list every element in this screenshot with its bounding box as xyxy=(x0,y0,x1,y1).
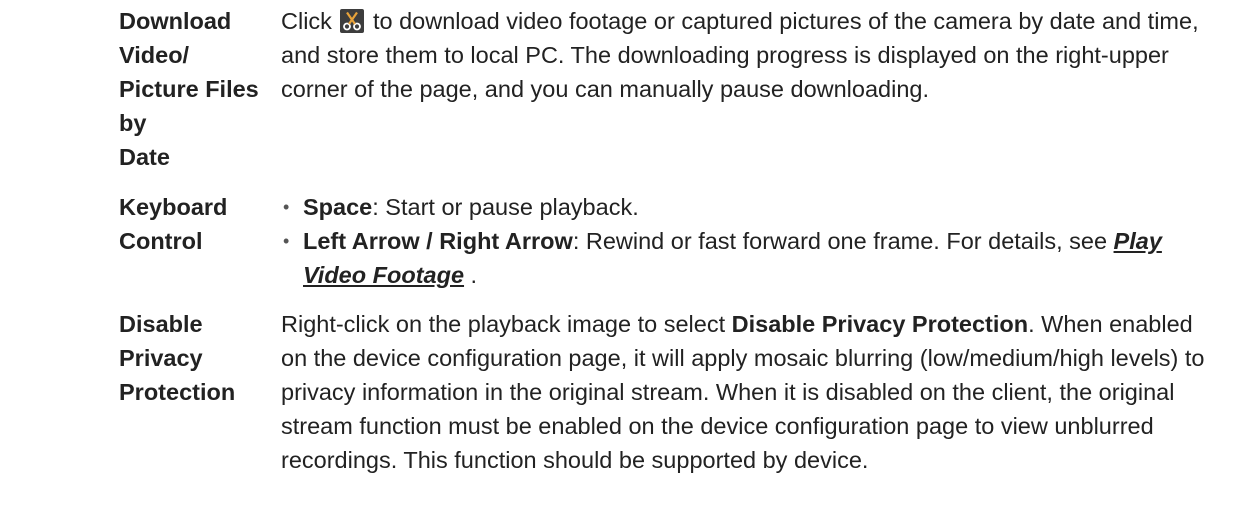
description-text: Click xyxy=(281,8,339,34)
table-row: Keyboard Control Space: Start or pause p… xyxy=(0,190,1235,292)
list-item: Left Arrow / Right Arrow: Rewind or fast… xyxy=(281,224,1215,292)
description-text: Right-click on the playback image to sel… xyxy=(281,311,732,337)
row-term: Disable Privacy Protection xyxy=(119,311,236,405)
row-term: Download Video/ Picture Files by Date xyxy=(119,8,259,170)
scissors-icon[interactable] xyxy=(340,9,365,33)
shortcut-key: Space xyxy=(303,194,373,220)
shortcut-description: : Start or pause playback. xyxy=(372,194,639,220)
row-description: Right-click on the playback image to sel… xyxy=(270,307,1235,477)
shortcut-list: Space: Start or pause playback. Left Arr… xyxy=(281,190,1215,292)
menu-option-name: Disable Privacy Protection xyxy=(731,311,1029,337)
table-row: Disable Privacy Protection Right-click o… xyxy=(0,307,1235,477)
row-description: Space: Start or pause playback. Left Arr… xyxy=(270,190,1235,292)
shortcut-description-end: . xyxy=(464,262,478,288)
row-description: Click to download video footage or captu… xyxy=(270,4,1235,106)
feature-table: Download Video/ Picture Files by Date Cl… xyxy=(0,0,1235,477)
shortcut-key: Left Arrow / Right Arrow xyxy=(303,228,573,254)
list-item: Space: Start or pause playback. xyxy=(281,190,1215,224)
shortcut-description: : Rewind or fast forward one frame. For … xyxy=(572,228,1114,254)
description-text: to download video footage or captured pi… xyxy=(281,8,1199,102)
table-row: Download Video/ Picture Files by Date Cl… xyxy=(0,0,1235,174)
row-term: Keyboard Control xyxy=(119,194,228,254)
